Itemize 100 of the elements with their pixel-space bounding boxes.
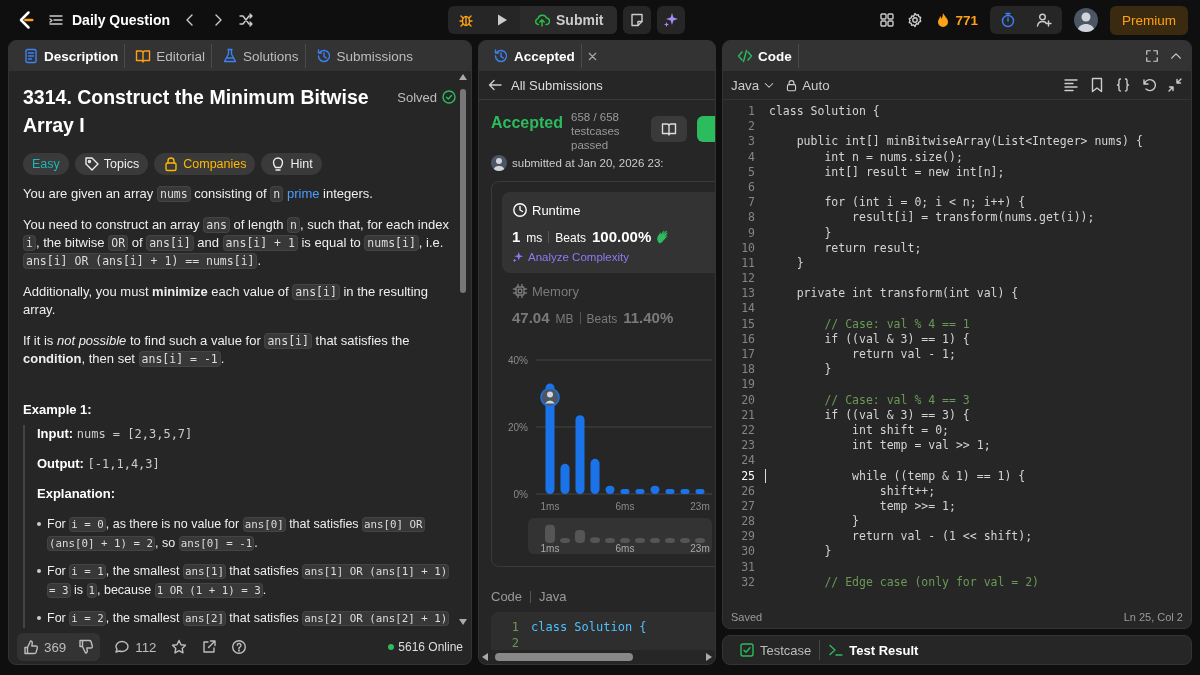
code-line: } bbox=[851, 514, 859, 530]
scrollbar-thumb[interactable] bbox=[460, 89, 466, 293]
example-text: Input: nums = [2,3,5,7] bbox=[37, 425, 194, 443]
panel-tab[interactable]: Testcase bbox=[731, 640, 821, 660]
metric-label: Runtime bbox=[532, 202, 581, 218]
submit-button[interactable]: Submit bbox=[520, 6, 618, 34]
axis-label: 23m bbox=[690, 501, 710, 512]
editorial-button[interactable] bbox=[651, 116, 687, 142]
axis-label: 0% bbox=[513, 489, 528, 500]
mini-bar bbox=[680, 538, 690, 543]
code-line: int n = nums.size(); bbox=[823, 149, 963, 165]
premium-button[interactable]: Premium bbox=[1110, 5, 1188, 35]
scroll-down-icon[interactable] bbox=[458, 618, 468, 626]
description-paragraph: You need to construct an array ans of length n , such that, for each index i , the bitwise OR of ans[i] and ans[i] + 1 is equal to nums[i] , i.e. ans[i] OR (ans[i] + 1) == nums[i] . bbox=[23, 216, 450, 270]
scroll-up-icon[interactable] bbox=[458, 73, 468, 81]
language-dropdown[interactable]: Java bbox=[731, 77, 776, 93]
description-paragraph: If it is not possible to find such a value for ans[i] that satisfies the condition, then set ans[i] = -1 . bbox=[23, 332, 411, 368]
line-number: 13 bbox=[740, 286, 755, 302]
mini-bar bbox=[605, 538, 615, 543]
streak-counter[interactable]: 771 bbox=[935, 12, 978, 28]
code-line: for (int i = 0; i < n; i++) { bbox=[823, 195, 1026, 211]
layout-icon[interactable] bbox=[879, 12, 896, 28]
avatar bbox=[491, 155, 507, 171]
tag-button[interactable]: Companies bbox=[154, 153, 256, 175]
scroll-left-icon[interactable] bbox=[481, 653, 489, 661]
code-tab[interactable]: Code bbox=[731, 44, 799, 68]
sparkle-icon bbox=[512, 251, 524, 263]
format-icon[interactable] bbox=[1063, 77, 1079, 93]
panel-tab[interactable]: Editorial bbox=[129, 44, 213, 68]
line-number: 11 bbox=[740, 255, 755, 272]
bar[interactable] bbox=[635, 489, 645, 494]
line-number: 9 bbox=[747, 225, 755, 241]
bar[interactable] bbox=[590, 458, 600, 494]
beats-label: Beats bbox=[555, 231, 587, 245]
analyze-link[interactable]: Analyze Complexity bbox=[512, 251, 629, 263]
line-number: 15 bbox=[740, 316, 755, 332]
code-line: return val - 1; bbox=[851, 347, 956, 363]
bookmark-icon[interactable] bbox=[1089, 77, 1105, 93]
bar[interactable] bbox=[620, 489, 630, 494]
beats-percent: 11.40% bbox=[623, 309, 674, 326]
braces-icon[interactable] bbox=[1115, 77, 1131, 93]
bar[interactable] bbox=[665, 489, 675, 494]
share-icon[interactable] bbox=[200, 639, 217, 655]
axis-label: 20% bbox=[508, 422, 528, 433]
note-icon bbox=[629, 12, 646, 28]
line-number: 2 bbox=[747, 119, 755, 135]
panel-tab[interactable]: Description bbox=[17, 44, 126, 68]
avatar[interactable] bbox=[1074, 8, 1098, 32]
axis-label: 40% bbox=[508, 355, 528, 366]
shrink-icon[interactable] bbox=[1167, 77, 1183, 93]
line-number: 26 bbox=[740, 483, 755, 499]
mini-bar bbox=[635, 538, 645, 543]
notes-button[interactable] bbox=[623, 6, 652, 34]
line-number: 28 bbox=[740, 514, 755, 530]
panel-tab[interactable]: Test Result bbox=[820, 640, 927, 660]
mode-button[interactable]: Auto bbox=[785, 77, 830, 93]
daily-question-button[interactable]: Daily Question bbox=[48, 12, 171, 28]
line-number: 3 bbox=[747, 134, 755, 150]
settings-icon[interactable] bbox=[907, 12, 924, 28]
mini-bar bbox=[665, 538, 675, 543]
shuffle-icon[interactable] bbox=[238, 12, 255, 28]
lock-icon bbox=[785, 78, 799, 92]
code-line: class Solution { bbox=[531, 620, 647, 636]
difficulty-tag[interactable]: Easy bbox=[23, 153, 69, 175]
reset-icon[interactable] bbox=[1141, 77, 1157, 93]
tag-button[interactable]: Topics bbox=[74, 153, 149, 175]
comments-button[interactable]: 112 bbox=[114, 639, 157, 655]
metric-card[interactable]: Memory 47.04 MB Beats 11.40% bbox=[502, 273, 715, 336]
mini-bar bbox=[590, 537, 600, 543]
testcases-passed: 658 / 658 testcases passed bbox=[571, 110, 621, 152]
bar[interactable] bbox=[560, 463, 570, 494]
code-line: int temp = val >> 1; bbox=[851, 438, 991, 454]
ai-button[interactable] bbox=[657, 6, 686, 34]
language-label: Java bbox=[539, 589, 567, 604]
save-status: Saved bbox=[731, 611, 763, 623]
line-number: 1 bbox=[510, 620, 519, 636]
code-label: Code bbox=[491, 589, 523, 604]
bar[interactable] bbox=[695, 489, 705, 494]
lock-icon bbox=[163, 156, 180, 172]
flask-icon bbox=[222, 48, 239, 64]
link[interactable]: prime bbox=[287, 186, 320, 201]
line-number: 7 bbox=[747, 195, 755, 211]
panel-tab[interactable]: Submissions bbox=[309, 44, 420, 68]
metric-card[interactable]: Runtime 1 ms Beats 100.00% Analyze Complexity bbox=[502, 192, 715, 273]
tag-button[interactable]: Hint bbox=[261, 153, 322, 175]
star-icon[interactable] bbox=[170, 639, 187, 655]
bar[interactable] bbox=[680, 489, 690, 494]
bar[interactable] bbox=[605, 485, 615, 494]
line-number: 18 bbox=[740, 362, 755, 378]
axis-label: 1ms bbox=[540, 543, 560, 554]
explanation-item: For i = 0 , as there is no value for ans[0] that satisfies ans[0] OR (ans[0] + 1) = 2 , so ans[0] = -1 . bbox=[47, 516, 426, 553]
check-circle-icon bbox=[441, 89, 457, 105]
help-icon[interactable] bbox=[230, 639, 247, 655]
panel-tab[interactable]: Solutions bbox=[216, 44, 306, 68]
fullscreen-icon[interactable] bbox=[1145, 49, 1159, 63]
axis-label: 23m bbox=[690, 543, 710, 554]
back-link[interactable]: All Submissions bbox=[479, 71, 715, 100]
line-number: 19 bbox=[740, 377, 755, 393]
bar[interactable] bbox=[650, 485, 660, 494]
scrollbar-thumb[interactable] bbox=[495, 653, 633, 661]
